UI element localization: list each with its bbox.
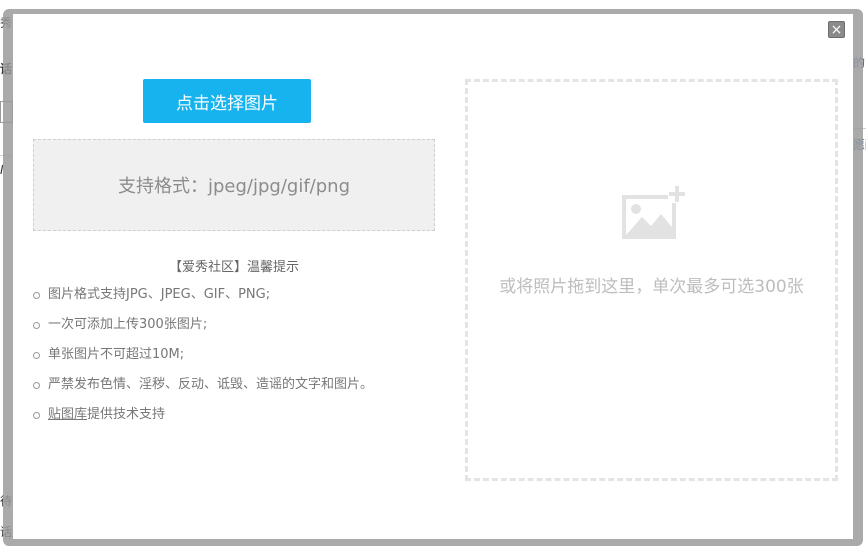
tips-title: 【爱秀社区】温馨提示	[168, 260, 299, 275]
tip-item: 单张图片不可超过10M;	[33, 346, 373, 376]
drop-hint-text: 或将照片拖到这里，单次最多可选300张	[499, 277, 804, 297]
bullet-icon	[33, 292, 40, 299]
close-icon: ×	[830, 22, 843, 38]
bullet-icon	[33, 382, 40, 389]
tip-item-provider: 贴图库提供技术支持	[33, 406, 373, 436]
provider-suffix: 提供技术支持	[87, 407, 166, 422]
format-info-box: 支持格式：jpeg/jpg/gif/png	[33, 139, 435, 231]
tip-item: 严禁发布色情、淫秽、反动、诋毁、造谣的文字和图片。	[33, 376, 373, 406]
close-button[interactable]: ×	[828, 21, 845, 38]
add-image-icon	[622, 185, 686, 239]
tip-item: 图片格式支持JPG、JPEG、GIF、PNG;	[33, 286, 373, 316]
tip-item: 一次可添加上传300张图片;	[33, 316, 373, 346]
tips-list: 图片格式支持JPG、JPEG、GIF、PNG; 一次可添加上传300张图片; 单…	[33, 286, 373, 436]
bullet-icon	[33, 412, 40, 419]
formats-text: 支持格式：jpeg/jpg/gif/png	[118, 176, 350, 197]
bullet-icon	[33, 352, 40, 359]
select-image-button[interactable]: 点击选择图片	[143, 79, 311, 123]
bullet-icon	[33, 322, 40, 329]
provider-link[interactable]: 贴图库	[48, 407, 87, 422]
